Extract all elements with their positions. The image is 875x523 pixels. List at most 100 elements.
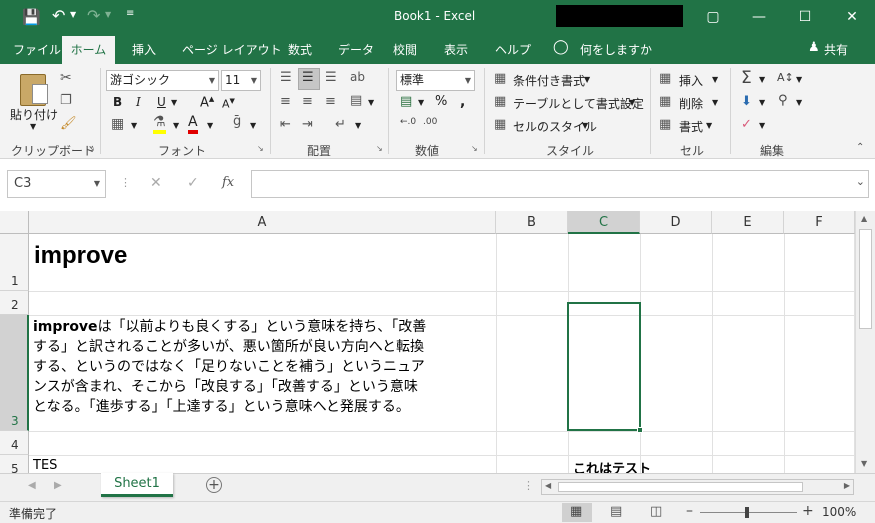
active-cell-c3[interactable] [567,302,641,431]
borders-icon[interactable]: ▦ [111,116,124,132]
tell-me-search[interactable]: 何をしますか [580,41,652,58]
column-header-d[interactable]: D [640,211,712,234]
wrap-dropdown-icon[interactable]: ▼ [355,121,361,130]
formula-input[interactable]: ⌄ [251,170,869,198]
row-header-1[interactable]: 1 [0,234,29,291]
fill-icon[interactable]: ⬇ [741,94,752,109]
increase-font-icon[interactable]: A▲ [200,95,214,110]
customize-qat-icon[interactable]: ≡ [126,8,134,19]
delete-cells-button[interactable]: 削除 [679,95,703,112]
column-header-b[interactable]: B [496,211,568,234]
sheet-tab-sheet1[interactable]: Sheet1 [101,473,173,497]
conditional-format-dropdown-icon[interactable]: ▼ [584,75,590,84]
row-header-3[interactable]: 3 [0,315,29,431]
column-header-c[interactable]: C [568,211,640,234]
font-launcher-icon[interactable]: ↘ [257,144,264,153]
fill-color-dropdown-icon[interactable]: ▼ [173,121,179,130]
phonetic-icon[interactable]: ḡ [233,114,241,129]
format-cells-button[interactable]: 書式 [679,118,703,135]
undo-dropdown-icon[interactable]: ▼ [70,10,76,19]
align-bottom-icon[interactable]: ☰ [325,70,337,85]
align-top-icon[interactable]: ☰ [280,70,292,85]
add-sheet-icon[interactable]: + [206,477,222,493]
scroll-down-icon[interactable]: ▼ [861,459,867,468]
name-box-dropdown-icon[interactable]: ▼ [94,171,100,197]
select-all-corner[interactable] [0,211,29,234]
horizontal-scroll-thumb[interactable] [558,482,803,492]
clear-dropdown-icon[interactable]: ▼ [759,121,765,130]
cut-icon[interactable]: ✂ [60,70,72,86]
cell-c5[interactable]: これはテスト [573,458,651,473]
tab-insert[interactable]: 挿入 [132,41,156,58]
wrap-text-icon[interactable]: ↵ [335,117,346,132]
page-layout-view-icon[interactable]: ▤ [610,504,622,519]
format-painter-icon[interactable]: 🖌 [60,116,77,131]
zoom-in-icon[interactable]: + [802,503,814,519]
insert-cells-dropdown-icon[interactable]: ▼ [712,75,718,84]
row-header-2[interactable]: 2 [0,291,29,315]
insert-function-icon[interactable]: fx [222,175,234,190]
number-format-combo[interactable]: 標準 ▼ [396,70,475,91]
paste-dropdown-icon[interactable]: ▼ [30,122,36,131]
tab-view[interactable]: 表示 [444,41,468,58]
font-name-combo[interactable]: 游ゴシック ▼ [106,70,219,91]
decrease-decimal-icon[interactable]: .00 [423,117,437,127]
tab-home[interactable]: ホーム [62,36,115,64]
format-as-table-dropdown-icon[interactable]: ▼ [629,98,635,107]
increase-indent-icon[interactable]: ⇥ [302,117,313,132]
scroll-up-icon[interactable]: ▲ [861,214,867,223]
sort-filter-icon[interactable]: A↕ [777,71,794,84]
tab-help[interactable]: ヘルプ [495,41,531,58]
zoom-slider-thumb[interactable] [745,507,749,518]
cell-styles-dropdown-icon[interactable]: ▼ [582,121,588,130]
share-button[interactable]: 共有 [824,41,848,58]
save-icon[interactable]: 💾 [22,8,41,26]
scroll-right-icon[interactable]: ▶ [844,481,850,490]
fill-handle[interactable] [637,427,643,433]
orientation-icon[interactable]: ab [350,70,365,84]
column-header-e[interactable]: E [712,211,784,234]
close-icon[interactable]: ✕ [829,0,875,34]
align-center-icon[interactable]: ≡ [302,94,313,109]
worksheet-grid[interactable]: A B C D E F 1 2 3 4 5 improve improveは「以… [0,211,855,473]
prev-sheet-icon[interactable]: ◀ [28,480,36,491]
clipboard-launcher-icon[interactable]: ↘ [88,144,95,153]
merge-dropdown-icon[interactable]: ▼ [368,98,374,107]
vertical-scroll-thumb[interactable] [859,229,872,329]
copy-icon[interactable]: ❐ [60,93,72,108]
fill-dropdown-icon[interactable]: ▼ [759,98,765,107]
name-box[interactable]: C3 ▼ [7,170,106,198]
tab-formulas[interactable]: 数式 [288,41,312,58]
merge-center-icon[interactable]: ▤ [350,93,362,108]
fill-color-icon[interactable]: ⚗ [153,114,166,134]
paste-button[interactable]: 貼り付け [10,106,58,123]
find-select-icon[interactable]: ⚲ [778,93,788,108]
autosum-icon[interactable]: Σ [741,68,752,88]
italic-button[interactable]: I [136,95,141,109]
font-size-combo[interactable]: 11 ▼ [221,70,261,91]
cell-a1[interactable]: improve [34,242,127,270]
format-cells-dropdown-icon[interactable]: ▼ [706,121,712,130]
number-launcher-icon[interactable]: ↘ [471,144,478,153]
collapse-ribbon-icon[interactable]: ⌃ [856,142,864,153]
find-select-dropdown-icon[interactable]: ▼ [796,98,802,107]
expand-formula-icon[interactable]: ⌄ [856,175,865,188]
column-header-f[interactable]: F [784,211,855,234]
decrease-font-icon[interactable]: A▼ [222,97,235,111]
accounting-format-icon[interactable]: ▤ [400,94,412,109]
increase-decimal-icon[interactable]: ←.0 [400,117,416,127]
autosum-dropdown-icon[interactable]: ▼ [759,75,765,84]
ribbon-display-icon[interactable]: ▢ [690,0,736,34]
delete-cells-dropdown-icon[interactable]: ▼ [712,98,718,107]
clear-icon[interactable]: ✓ [741,117,752,132]
cell-a5[interactable]: TES [33,458,57,473]
format-as-table-button[interactable]: テーブルとして書式設定 [513,95,644,112]
alignment-launcher-icon[interactable]: ↘ [376,144,383,153]
insert-cells-button[interactable]: 挿入 [679,72,703,89]
accounting-dropdown-icon[interactable]: ▼ [418,98,424,107]
zoom-out-icon[interactable]: – [686,503,693,519]
scroll-left-icon[interactable]: ◀ [545,481,551,490]
align-left-icon[interactable]: ≡ [280,94,291,109]
underline-button[interactable]: U [157,95,166,109]
borders-dropdown-icon[interactable]: ▼ [131,121,137,130]
